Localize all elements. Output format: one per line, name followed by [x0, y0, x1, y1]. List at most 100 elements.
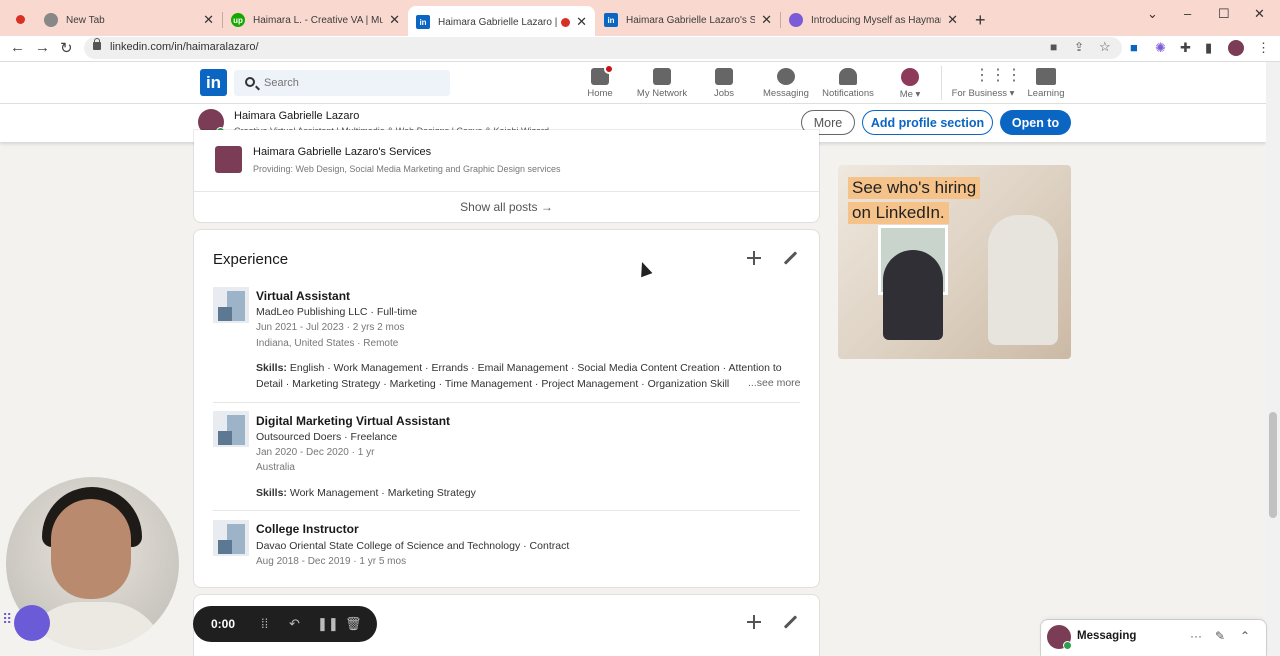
skills-label: Skills: — [256, 487, 287, 499]
tab-search-chevron-icon[interactable]: ⌄ — [1147, 6, 1158, 22]
tab-introducing-myself[interactable]: Introducing Myself as Haymar Ga ✕ — [781, 6, 966, 34]
bookmark-star-icon[interactable]: ☆ — [1099, 39, 1111, 55]
close-icon[interactable]: ✕ — [576, 14, 587, 30]
nav-messaging[interactable]: Messaging — [753, 66, 819, 99]
company-logo[interactable] — [213, 520, 249, 556]
recording-timer: 0:00 — [211, 617, 236, 631]
services-title[interactable]: Haimara Gabrielle Lazaro's Services — [253, 146, 431, 158]
ad-banner[interactable]: See who's hiring on LinkedIn. — [838, 165, 1071, 359]
tab-new-tab[interactable]: New Tab ✕ — [36, 6, 222, 34]
minimize-icon[interactable]: – — [1184, 6, 1191, 21]
window-close-icon[interactable]: ✕ — [1254, 6, 1265, 22]
scrollbar-thumb[interactable] — [1269, 412, 1277, 518]
more-options-icon[interactable]: ··· — [1190, 629, 1202, 643]
tab-label: Introducing Myself as Haymar Ga — [811, 14, 942, 26]
experience-role[interactable]: College Instructor — [256, 522, 359, 536]
messaging-dock[interactable]: Messaging ··· ✎ ⌃ — [1041, 620, 1266, 656]
experience-dates: Jun 2021 - Jul 2023 · 2 yrs 2 mos — [256, 322, 405, 333]
grid-drag-icon[interactable]: ⁞⁞ — [261, 616, 268, 631]
add-profile-section-button[interactable]: Add profile section — [862, 110, 993, 135]
drag-handle-icon[interactable]: ⠿ — [2, 611, 12, 628]
puzzle-extensions-icon[interactable]: ✚ — [1180, 40, 1191, 56]
chevron-up-icon[interactable]: ⌃ — [1240, 629, 1250, 643]
edit-pencil-icon[interactable] — [783, 250, 799, 266]
recorder-launcher-icon[interactable] — [14, 605, 50, 641]
search-box[interactable] — [234, 70, 450, 96]
nav-label: Messaging — [763, 88, 809, 99]
experience-company: Davao Oriental State College of Science … — [256, 540, 570, 552]
extension-flower-icon[interactable]: ✺ — [1155, 40, 1166, 56]
ad-person-graphic — [883, 250, 943, 340]
linkedin-global-nav: in Home My Network Jobs Messaging Notifi… — [0, 62, 1266, 104]
new-tab-plus-icon[interactable]: + — [975, 10, 986, 31]
skills-list: English · Work Management · Errands · Em… — [256, 362, 782, 390]
undo-icon[interactable]: ↶ — [289, 616, 300, 632]
open-to-button[interactable]: Open to — [1000, 110, 1071, 135]
tab-label: Haimara Gabrielle Lazaro's Servi — [626, 14, 756, 26]
nav-jobs[interactable]: Jobs — [691, 66, 757, 99]
maximize-icon[interactable]: ☐ — [1218, 6, 1230, 22]
share-icon[interactable]: ⇪ — [1074, 40, 1084, 54]
url-omnibox[interactable]: linkedin.com/in/haimaralazaro/ ■ ⇪ ☆ — [84, 37, 1122, 59]
divider — [194, 191, 819, 192]
nav-learning[interactable]: Learning — [1013, 66, 1079, 99]
ad-person-graphic — [988, 215, 1058, 345]
nav-my-network[interactable]: My Network — [629, 66, 695, 99]
forward-arrow-icon[interactable]: → — [35, 39, 50, 56]
divider — [213, 510, 800, 511]
close-icon[interactable]: ✕ — [761, 12, 772, 28]
close-icon[interactable]: ✕ — [389, 12, 400, 28]
messaging-label: Messaging — [1077, 630, 1137, 642]
camera-icon[interactable]: ■ — [1050, 40, 1057, 54]
linkedin-icon: in — [416, 15, 430, 29]
linkedin-icon: in — [604, 13, 618, 27]
add-plus-icon[interactable] — [746, 614, 762, 630]
experience-location: Indiana, United States · Remote — [256, 338, 399, 349]
ad-headline: See who's hiring — [848, 177, 981, 199]
trash-icon[interactable]: 🗑 — [345, 616, 362, 632]
experience-role[interactable]: Digital Marketing Virtual Assistant — [256, 414, 450, 428]
services-thumbnail[interactable] — [215, 146, 242, 173]
show-all-posts-link[interactable]: Show all posts → — [194, 200, 819, 214]
linkedin-logo[interactable]: in — [200, 69, 227, 96]
tab-linkedin-services[interactable]: in Haimara Gabrielle Lazaro's Servi ✕ — [596, 6, 780, 34]
tab-linkedin-profile[interactable]: in Haimara Gabrielle Lazaro | Li ✕ — [408, 6, 595, 38]
experience-location: Australia — [256, 462, 295, 473]
network-icon — [653, 68, 671, 85]
side-panel-icon[interactable]: ▮ — [1205, 40, 1212, 56]
extension-icon[interactable]: ■ — [1130, 40, 1138, 55]
messaging-icon — [777, 68, 795, 85]
chrome-icon — [44, 13, 58, 27]
page-scrollbar[interactable] — [1266, 62, 1280, 656]
company-logo[interactable] — [213, 287, 249, 323]
browser-address-bar: ← → ↻ linkedin.com/in/haimaralazaro/ ■ ⇪… — [0, 36, 1280, 62]
see-more-link[interactable]: ...see more — [744, 377, 801, 389]
notification-badge — [604, 64, 614, 74]
skills-list: Work Management · Marketing Strategy — [289, 487, 476, 499]
edit-pencil-icon[interactable] — [783, 614, 799, 630]
nav-for-business[interactable]: ⋮⋮⋮ For Business ▾ — [948, 66, 1022, 100]
pause-icon[interactable]: ❚❚ — [317, 616, 339, 632]
nav-label: Home — [587, 88, 613, 99]
back-arrow-icon[interactable]: ← — [10, 39, 25, 56]
profile-avatar[interactable] — [1228, 40, 1244, 56]
gear-flower-icon — [789, 13, 803, 27]
close-icon[interactable]: ✕ — [203, 12, 214, 28]
url-text[interactable]: linkedin.com/in/haimaralazaro/ — [110, 41, 259, 53]
nav-notifications[interactable]: Notifications — [815, 66, 881, 99]
experience-skills: Skills: English · Work Management · Erra… — [256, 360, 801, 392]
kebab-menu-icon[interactable]: ⋮ — [1257, 40, 1270, 56]
close-icon[interactable]: ✕ — [947, 12, 958, 28]
nav-home[interactable]: Home — [567, 64, 633, 99]
reload-icon[interactable]: ↻ — [60, 39, 73, 57]
add-plus-icon[interactable] — [746, 250, 762, 266]
search-input[interactable] — [264, 74, 444, 92]
nav-me[interactable]: Me ▾ — [877, 66, 943, 100]
tab-upwork[interactable]: up Haimara L. - Creative VA | Multim ✕ — [223, 6, 408, 34]
company-logo[interactable] — [213, 411, 249, 447]
recording-dot-icon — [561, 17, 571, 27]
compose-icon[interactable]: ✎ — [1215, 629, 1225, 643]
avatar — [1047, 625, 1072, 650]
profile-name: Haimara Gabrielle Lazaro — [234, 110, 360, 122]
experience-role[interactable]: Virtual Assistant — [256, 289, 350, 303]
